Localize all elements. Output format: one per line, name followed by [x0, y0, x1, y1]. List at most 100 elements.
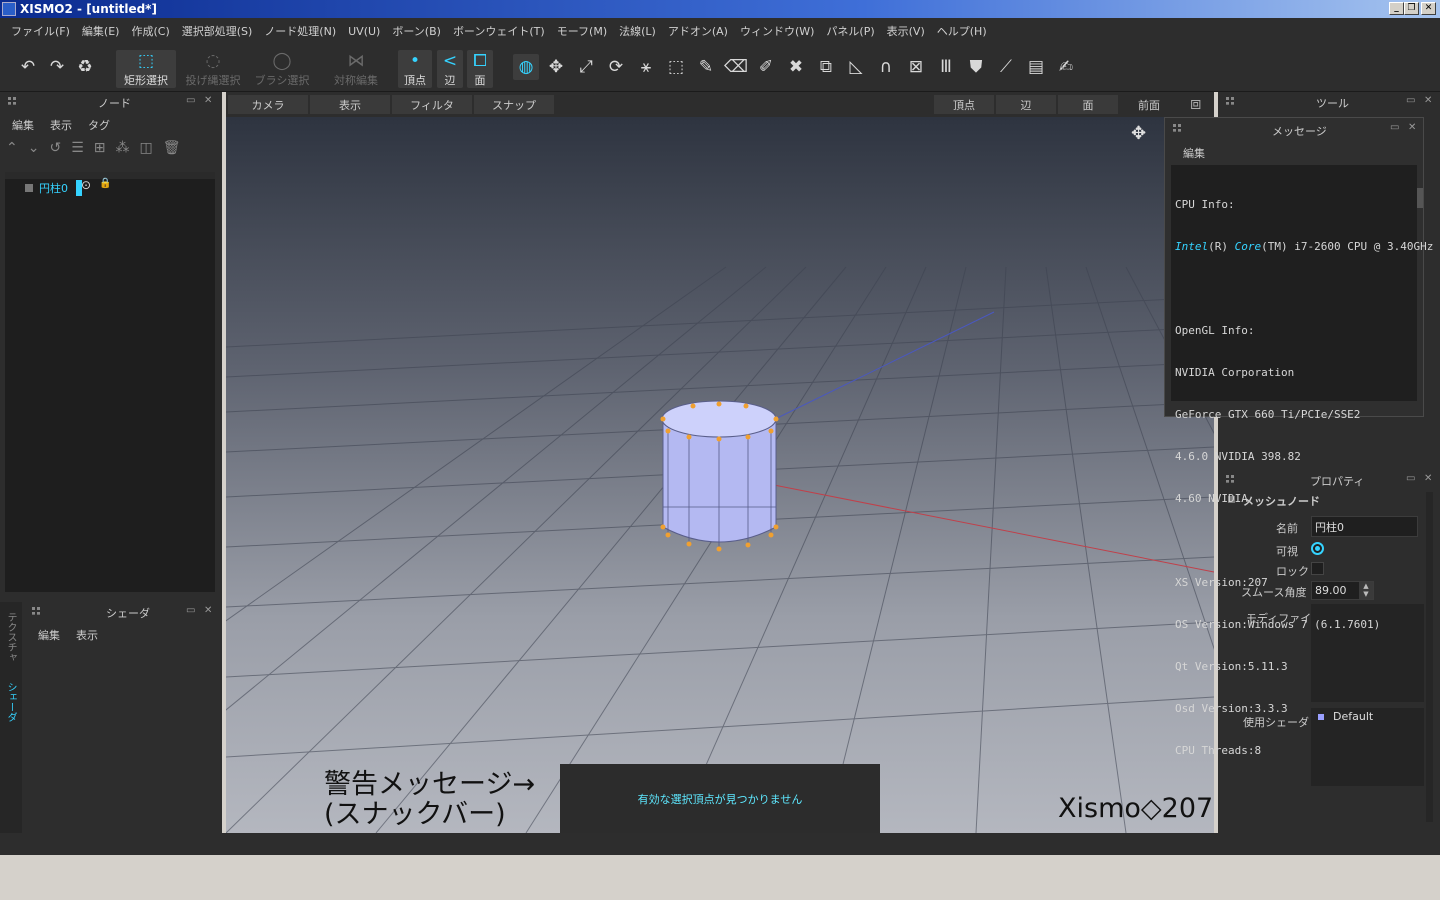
minimize-button[interactable]: _	[1389, 2, 1404, 15]
node-menu-tag[interactable]: タグ	[88, 117, 110, 133]
vertex-mode-button[interactable]: • 頂点	[398, 50, 432, 88]
view-cube-icon[interactable]: ⧈	[1190, 93, 1201, 114]
panel-close-icon[interactable]: ✕	[204, 605, 212, 616]
lasso-select-label: 投げ縄選択	[185, 74, 241, 87]
loop-tool-button[interactable]: Ⅲ	[933, 54, 959, 80]
drag-grip-icon[interactable]	[32, 607, 40, 615]
filter-dropdown[interactable]: フィルタ	[392, 95, 472, 114]
drag-grip-icon[interactable]	[1226, 97, 1234, 105]
drag-grip-icon[interactable]	[8, 97, 16, 105]
pivot-tool-button[interactable]: ⚹	[633, 54, 659, 80]
symmetric-edit-button[interactable]: ⋈ 対称編集	[326, 50, 386, 88]
maximize-button[interactable]: ❐	[1404, 2, 1419, 15]
display-dropdown[interactable]: 表示	[310, 95, 390, 114]
node-menu-edit[interactable]: 編集	[12, 117, 34, 133]
menu-uv[interactable]: UV(U)	[348, 25, 380, 38]
shader-menu-edit[interactable]: 編集	[38, 627, 60, 643]
eye-icon[interactable]: ⊙	[81, 178, 91, 192]
bevel-tool-button[interactable]: ◺	[843, 54, 869, 80]
3d-viewport[interactable]: ✥	[226, 117, 1214, 833]
brush-select-button[interactable]: ◯ ブラシ選択	[252, 50, 312, 88]
extrude-tool-button[interactable]: ⧉	[813, 54, 839, 80]
menu-panel[interactable]: パネル(P)	[826, 23, 874, 39]
move-down-icon[interactable]: ⌄	[28, 140, 50, 156]
bag-tool-button[interactable]: ⛊	[963, 54, 989, 80]
edge-mode-button[interactable]: < 辺	[437, 50, 463, 88]
float-icon[interactable]: ▭	[1406, 95, 1415, 106]
close-button[interactable]: ✕	[1421, 2, 1436, 15]
grid-icon[interactable]: ⊞	[94, 140, 116, 156]
node-item-cylinder[interactable]: 円柱0	[39, 180, 82, 196]
menu-view[interactable]: 表示(V)	[887, 23, 925, 39]
message-scrollbar[interactable]	[1417, 188, 1423, 208]
property-scrollbar[interactable]	[1426, 492, 1433, 822]
panel-close-icon[interactable]: ✕	[1424, 473, 1432, 484]
cylinder-mesh[interactable]	[660, 400, 779, 552]
edit-icon: ✍	[1058, 57, 1074, 77]
menu-window[interactable]: ウィンドウ(W)	[740, 23, 814, 39]
edit-tool-button[interactable]: ✍	[1053, 54, 1079, 80]
float-icon[interactable]: ▭	[1390, 122, 1399, 133]
lasso-select-button[interactable]: ◌ 投げ縄選択	[182, 50, 244, 88]
rect-select-button[interactable]: ⬚ 矩形選択	[116, 50, 176, 88]
msg-line: 4.6.0 NVIDIA 398.82	[1175, 450, 1301, 463]
float-icon[interactable]: ▭	[186, 95, 195, 106]
menu-selection[interactable]: 選択部処理(S)	[182, 23, 253, 39]
panel-close-icon[interactable]: ✕	[1424, 95, 1432, 106]
front-view-label[interactable]: 前面	[1138, 97, 1160, 113]
move-icon: ✥	[548, 57, 564, 77]
collapse-tool-button[interactable]: ⊠	[903, 54, 929, 80]
trash-icon[interactable]: 🗑	[163, 140, 191, 156]
face-mode-button[interactable]: ⧠ 面	[467, 50, 493, 88]
menu-create[interactable]: 作成(C)	[131, 23, 169, 39]
view-face-button[interactable]: 面	[1058, 95, 1118, 114]
redo-button[interactable]: ↷	[44, 54, 70, 80]
message-log: CPU Info: Intel(R) Core(TM) i7-2600 CPU …	[1171, 165, 1433, 757]
bridge-tool-button[interactable]: ∩	[873, 54, 899, 80]
menu-bone[interactable]: ボーン(B)	[392, 23, 441, 39]
menu-bone-weight[interactable]: ボーンウェイト(T)	[453, 23, 545, 39]
title-bar: XISMO2 - [untitled*] _ ❐ ✕	[0, 0, 1440, 18]
panel-close-icon[interactable]: ✕	[204, 95, 212, 106]
move-up-icon[interactable]: ⌃	[6, 140, 28, 156]
scale-tool-button[interactable]: ⤢	[573, 54, 599, 80]
menu-addon[interactable]: アドオン(A)	[668, 23, 728, 39]
reset-icon[interactable]: ↺	[49, 140, 71, 156]
world-button[interactable]: ◍	[513, 54, 539, 80]
node-menu-view[interactable]: 表示	[50, 117, 72, 133]
menu-morph[interactable]: モーフ(M)	[557, 23, 607, 39]
gizmo-move-icon[interactable]: ✥	[1131, 123, 1146, 144]
message-menu-edit[interactable]: 編集	[1183, 145, 1205, 161]
panel-close-icon[interactable]: ✕	[1408, 122, 1416, 133]
menu-edit[interactable]: 編集(E)	[82, 23, 120, 39]
shader-menu-view[interactable]: 表示	[76, 627, 98, 643]
lock-icon[interactable]: 🔒	[99, 178, 111, 189]
box-icon[interactable]: ◫	[140, 140, 163, 156]
node-expand-icon[interactable]	[25, 184, 33, 192]
float-icon[interactable]: ▭	[186, 605, 195, 616]
camera-dropdown[interactable]: カメラ	[228, 95, 308, 114]
undo-button[interactable]: ↶	[15, 54, 41, 80]
snap-dropdown[interactable]: スナップ	[474, 95, 554, 114]
view-vertex-button[interactable]: 頂点	[934, 95, 994, 114]
menu-file[interactable]: ファイル(F)	[11, 23, 70, 39]
menu-node[interactable]: ノード処理(N)	[264, 23, 336, 39]
tab-texture[interactable]: テクスチャ	[3, 612, 18, 662]
tab-shader[interactable]: シェーダ	[3, 682, 18, 722]
film-tool-button[interactable]: ▤	[1023, 54, 1049, 80]
view-edge-button[interactable]: 辺	[996, 95, 1056, 114]
pen-tool-button[interactable]: ✎	[693, 54, 719, 80]
drag-grip-icon[interactable]	[1173, 124, 1181, 132]
eraser-tool-button[interactable]: ⌫	[723, 54, 749, 80]
recycle-button[interactable]: ♻	[72, 54, 98, 80]
group-icon[interactable]: ⁂	[116, 140, 140, 156]
paint-tool-button[interactable]: ⟋	[993, 54, 1019, 80]
merge-tool-button[interactable]: ✖	[783, 54, 809, 80]
rotate-tool-button[interactable]: ⟳	[603, 54, 629, 80]
knife-tool-button[interactable]: ✐	[753, 54, 779, 80]
menu-help[interactable]: ヘルプ(H)	[937, 23, 987, 39]
list-icon[interactable]: ☰	[71, 140, 94, 156]
move-tool-button[interactable]: ✥	[543, 54, 569, 80]
marquee-tool-button[interactable]: ⬚	[663, 54, 689, 80]
menu-normal[interactable]: 法線(L)	[619, 23, 656, 39]
